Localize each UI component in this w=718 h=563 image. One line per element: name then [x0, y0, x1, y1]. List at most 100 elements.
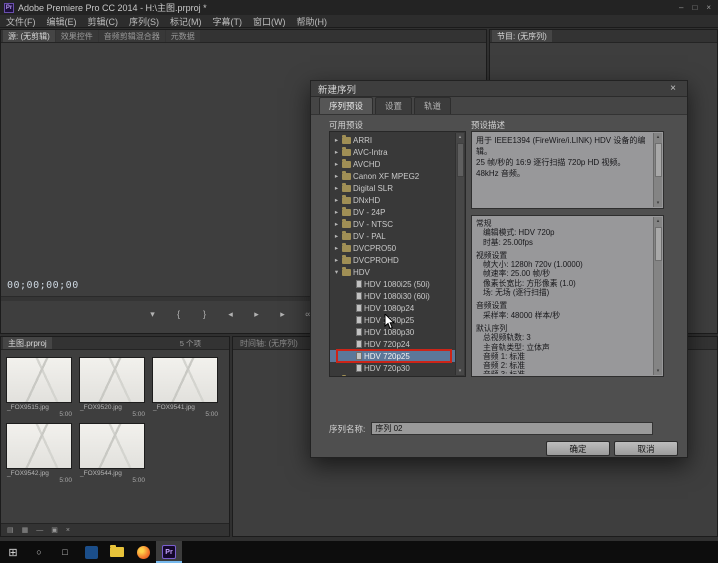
preset-folder-icon — [342, 257, 351, 264]
details-line: 时基: 25.00fps — [476, 238, 650, 247]
list-view-icon[interactable]: ▤ — [7, 526, 14, 534]
add-marker-icon[interactable]: ▾ — [146, 309, 160, 320]
clip-item[interactable]: _FOX9541.jpg5:00 — [152, 357, 220, 418]
task-view-button[interactable]: □ — [52, 541, 78, 563]
preset-item[interactable]: ▾HDV — [330, 266, 455, 278]
scroll-thumb[interactable] — [655, 143, 662, 177]
panel-tab[interactable]: 源: (无剪辑) — [3, 30, 55, 43]
search-button[interactable]: ○ — [26, 541, 52, 563]
scroll-down-icon[interactable]: ▾ — [459, 367, 462, 375]
sequence-name-input[interactable] — [371, 422, 653, 435]
menu-item[interactable]: 序列(S) — [129, 15, 159, 28]
preset-description-text: 用于 IEEE1394 (FireWire/i.LINK) HDV 设备的编辑。… — [476, 135, 650, 206]
preset-folder-icon — [342, 245, 351, 252]
menu-item[interactable]: 文件(F) — [6, 15, 36, 28]
blue-app-icon[interactable] — [78, 541, 104, 563]
premiere-app-icon: Pr — [4, 3, 14, 13]
delete-icon[interactable]: × — [66, 527, 70, 534]
in-point-icon[interactable]: { — [172, 309, 186, 319]
preset-item[interactable]: ▸DV - 24P — [330, 206, 455, 218]
twirl-icon: ▸ — [333, 160, 340, 168]
out-point-icon[interactable]: } — [198, 309, 212, 319]
start-button[interactable]: ⊞ — [0, 541, 26, 563]
menu-item[interactable]: 帮助(H) — [297, 15, 328, 28]
clip-name: _FOX9544.jpg — [79, 469, 147, 477]
menu-item[interactable]: 窗口(W) — [253, 15, 286, 28]
preset-item[interactable]: HDV 720p25 — [330, 350, 455, 362]
minimize-icon[interactable]: – — [679, 3, 683, 13]
preset-label: HDV 720p24 — [364, 340, 410, 349]
play-icon[interactable]: ▸ — [250, 309, 264, 320]
dialog-tab[interactable]: 序列预设 — [319, 97, 373, 114]
description-scrollbar[interactable]: ▴ ▾ — [653, 133, 662, 207]
panel-tab[interactable]: 节目: (无序列) — [492, 30, 552, 43]
details-line: 视频设置 — [476, 251, 650, 260]
preset-item[interactable]: HDV 1080i25 (50i) — [330, 278, 455, 290]
preset-folder-icon — [342, 221, 351, 228]
preset-item[interactable]: ▸DNxHD — [330, 194, 455, 206]
details-scrollbar[interactable]: ▴ ▾ — [653, 217, 662, 375]
tab-timeline[interactable]: 时间轴: (无序列) — [235, 337, 303, 350]
scroll-thumb[interactable] — [655, 227, 662, 261]
window-title: Adobe Premiere Pro CC 2014 - H:\主图.prpro… — [18, 1, 675, 14]
preset-item[interactable]: ▸Canon XF MPEG2 — [330, 170, 455, 182]
preset-item[interactable]: ▸DV - NTSC — [330, 218, 455, 230]
panel-tab[interactable]: 元数据 — [166, 30, 200, 43]
dialog-tab[interactable]: 轨道 — [414, 97, 451, 114]
preset-item[interactable]: ▸Mobile & Devices — [330, 374, 455, 376]
twirl-icon: ▸ — [333, 208, 340, 216]
scroll-thumb[interactable] — [457, 143, 464, 177]
preset-item[interactable]: ▸Digital SLR — [330, 182, 455, 194]
scroll-down-icon[interactable]: ▾ — [657, 367, 660, 375]
preset-item[interactable]: HDV 1080p24 — [330, 302, 455, 314]
close-icon[interactable]: × — [706, 3, 711, 13]
preset-item[interactable]: ▸DV - PAL — [330, 230, 455, 242]
preset-item[interactable]: ▸ARRI — [330, 134, 455, 146]
preset-item[interactable]: HDV 1080i30 (60i) — [330, 290, 455, 302]
scroll-up-icon[interactable]: ▴ — [459, 133, 462, 141]
clip-item[interactable]: _FOX9520.jpg5:00 — [79, 357, 147, 418]
preset-item[interactable]: HDV 720p24 — [330, 338, 455, 350]
cancel-button[interactable]: 取消 — [614, 441, 678, 456]
zoom-slider-icon[interactable]: — — [36, 527, 43, 534]
clip-thumbnail — [79, 423, 145, 469]
new-bin-icon[interactable]: ▣ — [51, 526, 58, 534]
dialog-tab[interactable]: 设置 — [375, 97, 412, 114]
step-back-icon[interactable]: ◂ — [224, 309, 238, 320]
scroll-up-icon[interactable]: ▴ — [657, 217, 660, 225]
menu-item[interactable]: 编辑(E) — [47, 15, 77, 28]
preset-item[interactable]: ▸DVCPROHD — [330, 254, 455, 266]
menu-item[interactable]: 剪辑(C) — [88, 15, 119, 28]
clip-item[interactable]: _FOX9542.jpg5:00 — [6, 423, 74, 484]
preset-item[interactable]: HDV 720p30 — [330, 362, 455, 374]
dialog-close-icon[interactable]: × — [666, 83, 680, 94]
scroll-up-icon[interactable]: ▴ — [657, 133, 660, 141]
preset-item[interactable]: ▸AVCHD — [330, 158, 455, 170]
step-forward-icon[interactable]: ▸ — [276, 309, 290, 320]
clip-item[interactable]: _FOX9515.jpg5:00 — [6, 357, 74, 418]
maximize-icon[interactable]: □ — [692, 3, 697, 13]
clip-thumbnail — [6, 357, 72, 403]
premiere-taskbar-icon[interactable]: Pr — [156, 541, 182, 563]
preset-tree-list: ▸ARRI▸AVC-Intra▸AVCHD▸Canon XF MPEG2▸Dig… — [330, 132, 455, 376]
firefox-icon[interactable] — [130, 541, 156, 563]
available-presets-label: 可用预设 — [329, 119, 363, 131]
tab-project[interactable]: 主图.prproj — [3, 337, 52, 350]
preset-item[interactable]: ▸AVC-Intra — [330, 146, 455, 158]
tree-scrollbar[interactable]: ▴ ▾ — [455, 133, 464, 375]
panel-tab[interactable]: 效果控件 — [56, 30, 98, 43]
menu-item[interactable]: 标记(M) — [170, 15, 202, 28]
clip-item[interactable]: _FOX9544.jpg5:00 — [79, 423, 147, 484]
ok-button[interactable]: 确定 — [546, 441, 610, 456]
preset-folder-icon — [342, 209, 351, 216]
panel-tab[interactable]: 音频剪辑混合器 — [99, 30, 165, 43]
scroll-down-icon[interactable]: ▾ — [657, 199, 660, 207]
title-bar: Pr Adobe Premiere Pro CC 2014 - H:\主图.pr… — [0, 0, 718, 15]
file-explorer-icon[interactable] — [104, 541, 130, 563]
preset-item[interactable]: ▸DVCPRO50 — [330, 242, 455, 254]
details-line: 总视频轨数: 3 — [476, 333, 650, 342]
preset-label: HDV 1080i25 (50i) — [364, 280, 430, 289]
menu-item[interactable]: 字幕(T) — [213, 15, 243, 28]
icon-view-icon[interactable]: ▦ — [22, 526, 29, 534]
clip-duration: 5:00 — [79, 477, 147, 484]
